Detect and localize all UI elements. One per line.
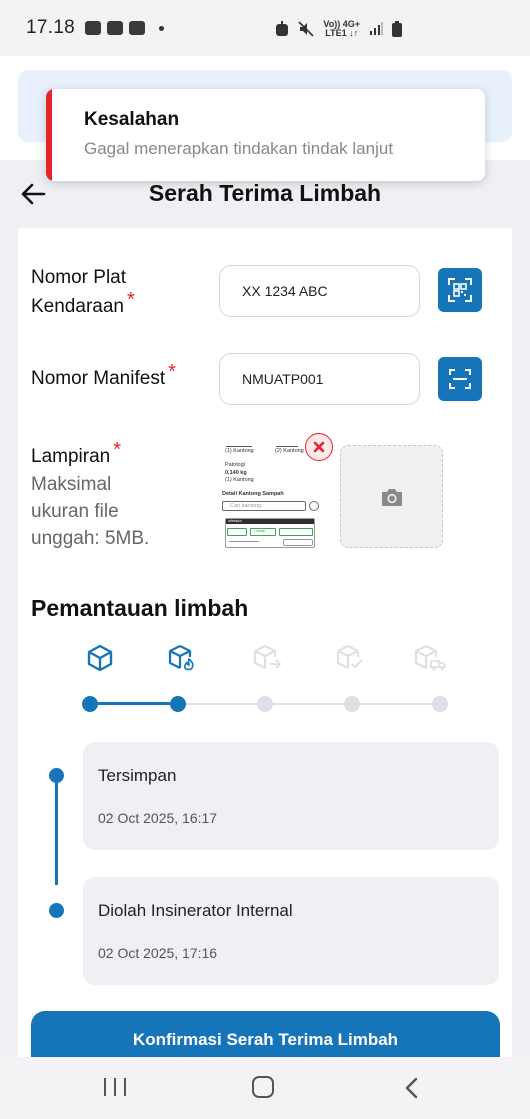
step-dot-4 — [344, 696, 360, 712]
step-dot-1 — [82, 696, 98, 712]
app-notification-icon — [129, 21, 146, 35]
thumb-badge-1 — [227, 528, 247, 536]
timeline-item: Tersimpan 02 Oct 2025, 16:17 — [83, 742, 499, 850]
notification-icons — [85, 21, 165, 35]
thumb-text-8: Infeksius — [228, 519, 242, 523]
mute-icon — [298, 21, 314, 37]
chevron-left-icon[interactable] — [402, 1077, 422, 1099]
battery-icon — [392, 21, 402, 37]
package-fire-icon — [168, 645, 194, 671]
timeline-line — [55, 779, 58, 885]
network-type-bottom: LTE1 ↓↑ — [325, 28, 359, 38]
thumb-text-3: Patologi — [225, 462, 245, 468]
signal-icon — [370, 22, 383, 35]
more-notifications-icon — [159, 25, 165, 31]
step-dot-3 — [257, 696, 273, 712]
plate-input-value: XX 1234 ABC — [242, 283, 328, 299]
upload-photo-button[interactable] — [340, 445, 443, 548]
thumb-text-9: Limbah — [254, 529, 266, 533]
recents-icon[interactable] — [104, 1078, 126, 1098]
step-line-1 — [98, 702, 170, 705]
thumb-line — [229, 541, 259, 542]
status-time: 17.18 — [26, 17, 76, 38]
alarm-icon — [276, 21, 289, 36]
plate-scan-button[interactable] — [438, 268, 482, 312]
status-bar: 17.18 Vo)) 4G+ LTE1 ↓↑ — [0, 0, 530, 56]
thumb-text-5: (1) Kantong — [225, 477, 254, 483]
step-line-2 — [186, 703, 258, 705]
timeline-time: 02 Oct 2025, 16:17 — [98, 810, 218, 826]
thumb-text-4: 0,140 kg — [225, 470, 247, 476]
thumb-badge-3 — [279, 528, 313, 536]
plate-required-mark: * — [126, 289, 135, 311]
attachment-label-text: Lampiran — [31, 446, 111, 467]
remove-attachment-button[interactable] — [305, 433, 333, 461]
toast-title: Kesalahan — [84, 109, 180, 130]
thumb-button — [283, 539, 313, 546]
home-icon[interactable] — [252, 1076, 274, 1098]
package-check-icon — [336, 645, 363, 669]
hint-line-3: unggah: 5MB. — [31, 528, 150, 549]
system-status-icons: Vo)) 4G+ LTE1 ↓↑ — [275, 20, 402, 38]
manifest-input-value: NMUATP001 — [242, 371, 324, 387]
thumb-text-1: (1) Kantong — [225, 448, 254, 454]
timeline-item: Diolah Insinerator Internal 02 Oct 2025,… — [83, 877, 499, 985]
timeline-status: Tersimpan — [98, 766, 177, 785]
thumb-text-6: Detail Kantong Sampah — [222, 491, 284, 497]
manifest-input[interactable]: NMUATP001 — [219, 353, 420, 405]
timeline-dot-1 — [49, 768, 64, 783]
attachment-hint: Maksimal ukuran file unggah: 5MB. — [31, 471, 181, 552]
toast-accent-bar — [46, 89, 52, 181]
network-indicator: Vo)) 4G+ LTE1 ↓↑ — [323, 20, 360, 38]
package-truck-icon — [414, 645, 446, 671]
monitoring-title: Pemantauan limbah — [31, 595, 249, 621]
plate-label: Nomor Plat Kendaraan * — [31, 263, 135, 321]
hint-line-1: Maksimal — [31, 474, 112, 495]
plate-input[interactable]: XX 1234 ABC — [219, 265, 420, 317]
attachment-required-mark: * — [113, 439, 122, 461]
manifest-required-mark: * — [168, 361, 176, 383]
close-circle-icon — [313, 441, 325, 453]
package-send-icon — [253, 645, 282, 669]
gallery-icon — [107, 21, 124, 35]
error-toast[interactable]: Kesalahan Gagal menerapkan tindakan tind… — [46, 89, 485, 181]
attachment-label: Lampiran * — [31, 439, 122, 471]
page-title: Serah Terima Limbah — [148, 180, 382, 206]
plate-label-line1: Nomor Plat — [31, 267, 127, 288]
camera-icon — [381, 488, 402, 506]
timeline-dot-2 — [49, 903, 64, 918]
step-dot-2 — [170, 696, 186, 712]
package-icon — [87, 644, 113, 672]
thumb-text-7: Cari kantong — [230, 503, 262, 509]
qr-code-scan-icon — [448, 278, 472, 302]
step-dot-5 — [432, 696, 448, 712]
step-line-3 — [273, 703, 345, 705]
manifest-label: Nomor Manifest * — [31, 361, 176, 393]
plate-label-line2: Kendaraan — [31, 296, 124, 317]
thumb-text-2: (2) Kantong — [275, 448, 304, 454]
confirm-button-label: Konfirmasi Serah Terima Limbah — [132, 1030, 399, 1049]
barcode-scan-icon — [449, 369, 471, 389]
game-controller-icon — [85, 21, 102, 35]
toast-message: Gagal menerapkan tindakan tindak lanjut — [84, 139, 394, 158]
timeline-time: 02 Oct 2025, 17:16 — [98, 945, 218, 961]
timeline-status: Diolah Insinerator Internal — [98, 901, 293, 920]
hint-line-2: ukuran file — [31, 501, 119, 522]
manifest-scan-button[interactable] — [438, 357, 482, 401]
attachment-thumbnail[interactable]: (1) Kantong (2) Kantong Patologi 0,140 k… — [221, 440, 321, 548]
step-line-4 — [360, 703, 432, 705]
manifest-label-text: Nomor Manifest — [31, 368, 166, 389]
thumb-filter-icon — [309, 501, 319, 511]
